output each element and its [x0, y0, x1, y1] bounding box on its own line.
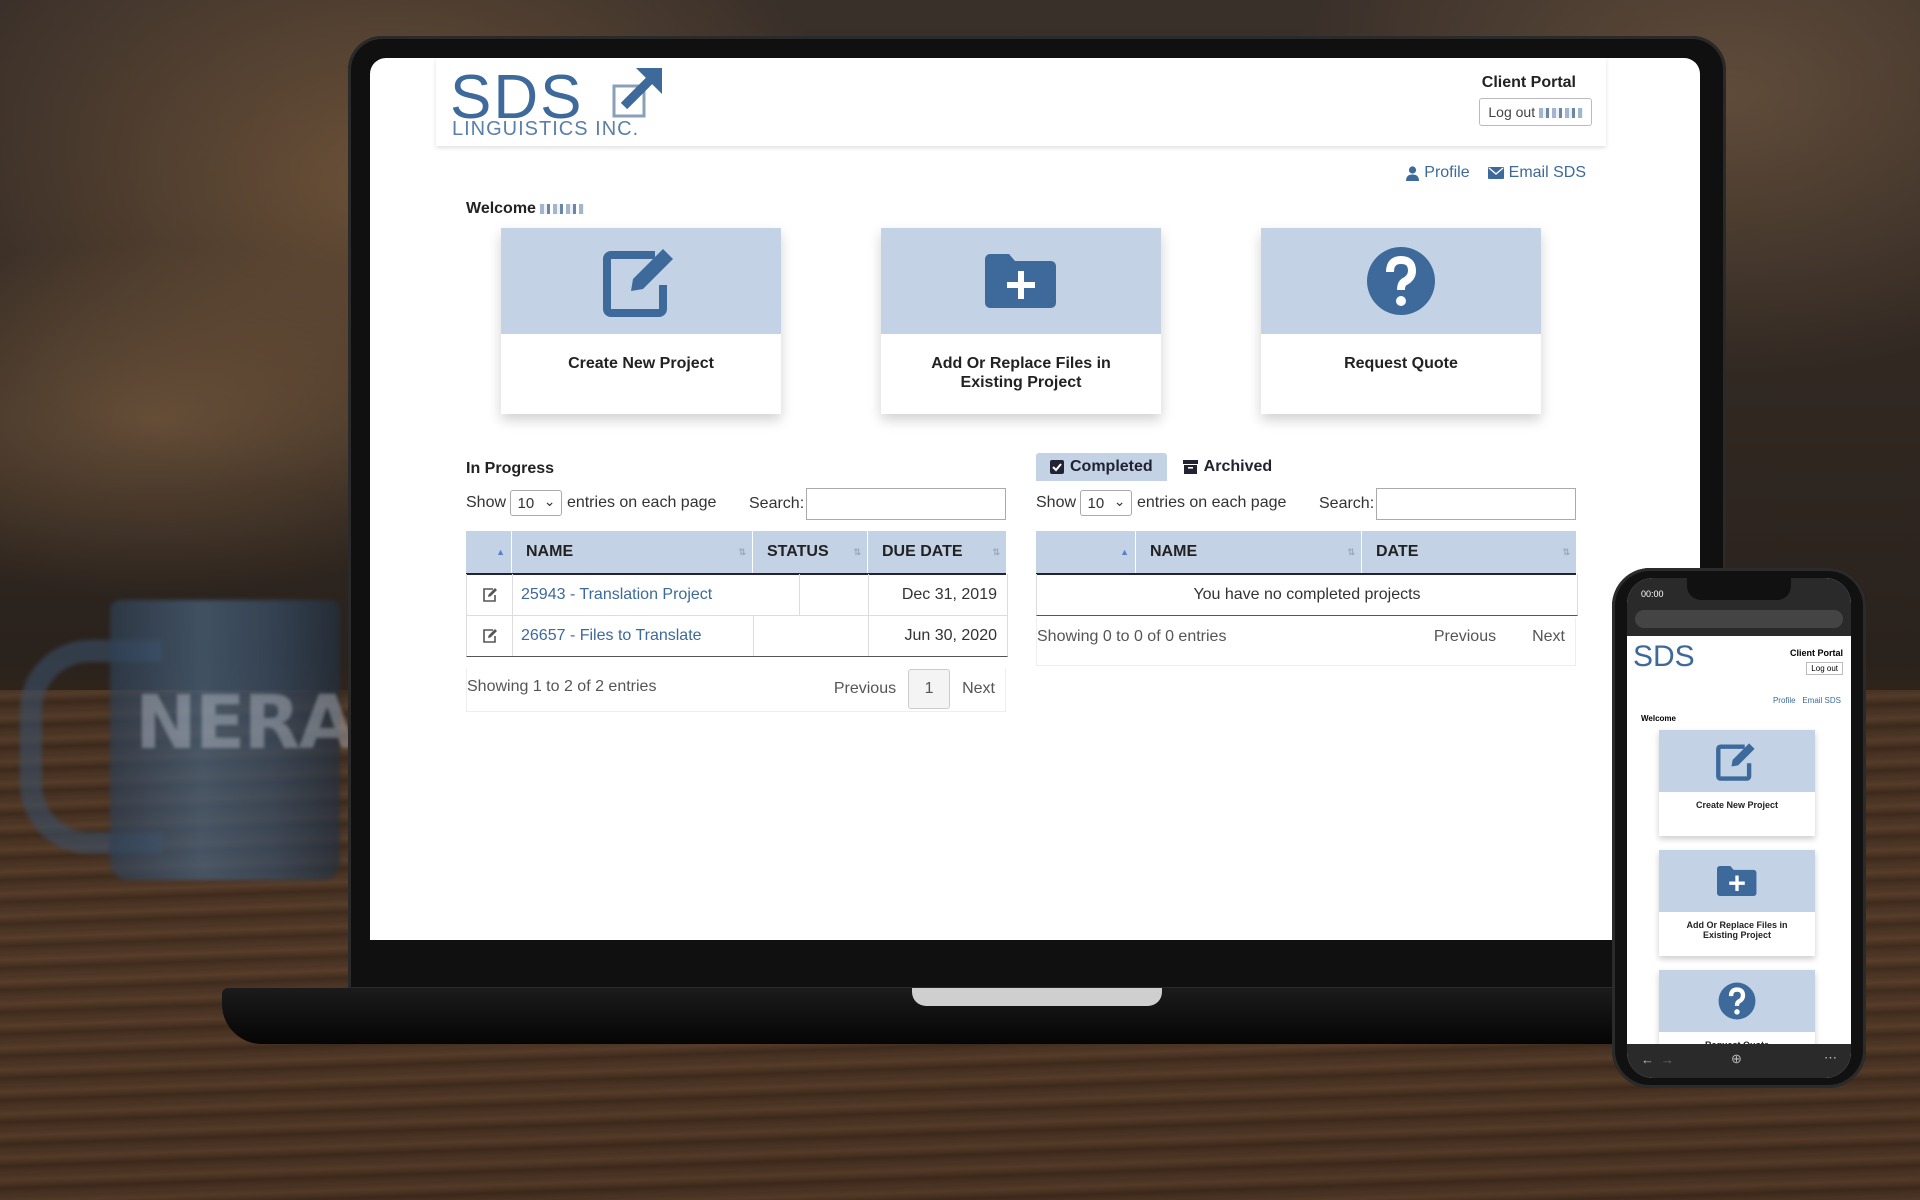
back-icon[interactable]: ←	[1641, 1052, 1654, 1067]
in-progress-search-label: Search:	[749, 495, 805, 512]
create-new-project-card[interactable]: Create New Project	[501, 228, 781, 414]
phone-email-link[interactable]: Email SDS	[1802, 696, 1841, 705]
next-page-button[interactable]: Next	[962, 680, 995, 698]
completed-summary: Showing 0 to 0 of 0 entries	[1037, 628, 1227, 645]
sort-column-header[interactable]: ▲	[1036, 531, 1136, 573]
folder-plus-icon	[1717, 866, 1757, 896]
edit-icon	[603, 249, 673, 317]
in-progress-title: In Progress	[466, 460, 555, 477]
background-mug: NERAK	[20, 600, 411, 890]
tab-archived[interactable]: Archived	[1169, 453, 1286, 481]
client-portal-title: Client Portal	[1481, 74, 1576, 91]
phone-create-project-card[interactable]: Create New Project	[1659, 730, 1815, 836]
status-column-header[interactable]: STATUS ⇅	[753, 531, 868, 573]
project-link[interactable]: 26657 - Files to Translate	[513, 615, 754, 656]
phone-profile-link[interactable]: Profile	[1773, 696, 1796, 705]
phone-welcome: Welcome	[1641, 714, 1676, 723]
request-quote-card[interactable]: Request Quote	[1261, 228, 1541, 414]
completed-search-input[interactable]	[1376, 488, 1576, 520]
in-progress-table-header: ▲ NAME ⇅ STATUS ⇅ DUE DATE ⇅	[466, 531, 1006, 575]
date-column-header[interactable]: DATE ⇅	[1362, 531, 1576, 573]
phone-browser-toolbar: ← → ⊕ ⋯	[1627, 1044, 1851, 1078]
edit-icon	[1716, 743, 1755, 781]
due-date-cell: Jun 30, 2020	[904, 627, 997, 644]
email-sds-link[interactable]: Email SDS	[1487, 164, 1586, 182]
in-progress-length-control: Show 10 entries on each page	[466, 488, 716, 522]
question-circle-icon	[1718, 982, 1756, 1020]
envelope-icon	[1487, 167, 1504, 179]
status-cell	[754, 574, 869, 615]
top-links: Profile Email SDS	[1406, 164, 1586, 182]
phone-screen: 00:00 SDS Client Portal Log out Profile …	[1627, 578, 1851, 1078]
edit-row-button[interactable]	[467, 574, 513, 615]
in-progress-search-input[interactable]	[806, 488, 1006, 520]
user-icon	[1406, 165, 1420, 181]
completed-page-size-select[interactable]: 10	[1080, 488, 1133, 516]
tab-completed[interactable]: Completed	[1036, 453, 1167, 481]
add-tab-icon[interactable]: ⊕	[1731, 1051, 1742, 1067]
site-header: SDS LINGUISTICS INC. Client Portal Log o…	[436, 58, 1606, 146]
redacted-username	[1539, 108, 1583, 119]
sort-column-header[interactable]: ▲	[466, 531, 512, 573]
phone-logo[interactable]: SDS	[1633, 642, 1695, 672]
redacted-name	[540, 203, 585, 214]
completed-length-control: Show 10 entries on each page	[1036, 488, 1286, 522]
due-date-column-header[interactable]: DUE DATE ⇅	[868, 531, 1006, 573]
edit-row-button[interactable]	[467, 615, 513, 656]
checkbox-icon	[1050, 460, 1064, 474]
phone-logout-button[interactable]: Log out	[1806, 662, 1843, 675]
add-replace-files-card[interactable]: Add Or Replace Files in Existing Project	[881, 228, 1161, 414]
name-column-header[interactable]: NAME ⇅	[1136, 531, 1362, 573]
empty-message: You have no completed projects	[1193, 586, 1421, 603]
edit-icon	[482, 588, 497, 603]
laptop-notch	[912, 988, 1162, 1006]
next-page-button[interactable]: Next	[1532, 628, 1565, 646]
in-progress-page-size-select[interactable]: 10	[510, 488, 563, 516]
phone-client-portal: Client Portal	[1789, 648, 1843, 658]
welcome-text: Welcome	[466, 200, 585, 218]
in-progress-summary: Showing 1 to 2 of 2 entries	[467, 678, 657, 695]
table-row: 25943 - Translation Project Dec 31, 2019	[466, 574, 1008, 616]
page-1-button[interactable]: 1	[908, 669, 951, 709]
sds-logo[interactable]: SDS LINGUISTICS INC.	[450, 62, 670, 142]
previous-page-button[interactable]: Previous	[834, 680, 896, 698]
logo-arrow-icon	[612, 68, 662, 118]
empty-table-row: You have no completed projects	[1036, 574, 1578, 616]
phone-url-bar[interactable]	[1635, 610, 1843, 628]
forward-icon[interactable]: →	[1661, 1052, 1674, 1067]
completed-pagination: Showing 0 to 0 of 0 entries Previous Nex…	[1036, 618, 1576, 666]
completed-search-label: Search:	[1319, 495, 1375, 512]
archive-icon	[1182, 460, 1198, 474]
more-icon[interactable]: ⋯	[1824, 1050, 1837, 1066]
laptop-screen: SDS LINGUISTICS INC. Client Portal Log o…	[370, 58, 1700, 940]
in-progress-pagination: Showing 1 to 2 of 2 entries Previous 1 N…	[466, 668, 1006, 712]
edit-icon	[482, 629, 497, 644]
phone-time: 00:00	[1641, 589, 1664, 599]
table-row: 26657 - Files to Translate Jun 30, 2020	[466, 615, 1008, 657]
status-cell	[754, 615, 869, 656]
name-column-header[interactable]: NAME ⇅	[512, 531, 753, 573]
question-circle-icon	[1367, 247, 1435, 315]
logout-button[interactable]: Log out	[1479, 98, 1592, 126]
due-date-cell: Dec 31, 2019	[901, 586, 997, 603]
folder-plus-icon	[985, 254, 1056, 308]
completed-archived-tabs: Completed Archived	[1036, 453, 1286, 481]
previous-page-button[interactable]: Previous	[1434, 628, 1496, 646]
phone-add-files-card[interactable]: Add Or Replace Files in Existing Project	[1659, 850, 1815, 956]
phone-notch	[1687, 578, 1791, 600]
completed-table-header: ▲ NAME ⇅ DATE ⇅	[1036, 531, 1576, 575]
profile-link[interactable]: Profile	[1406, 164, 1470, 182]
